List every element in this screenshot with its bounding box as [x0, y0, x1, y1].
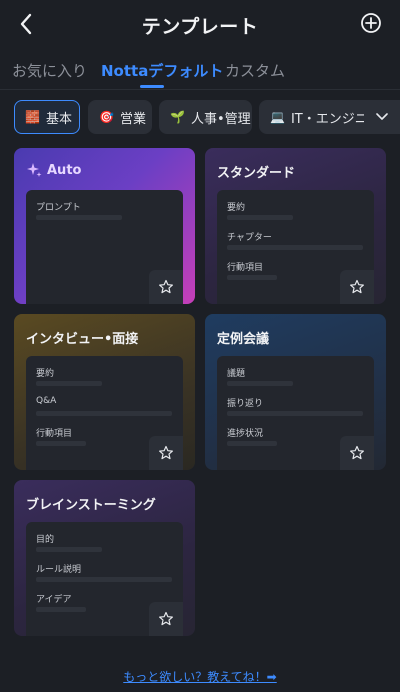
placeholder-bar: [36, 547, 102, 552]
category-chips: 🧱 基本 🎯 営業 🌱 人事•管理 💻 IT・エンジニア: [0, 100, 400, 136]
chip-label: 営業: [119, 111, 146, 127]
card-title: スタンダード: [217, 166, 296, 181]
template-card-brainstorming[interactable]: ブレインストーミング 目的 ルール説明 アイデア: [14, 480, 195, 636]
placeholder-bar: [36, 607, 86, 612]
chevron-down-icon: [376, 113, 388, 120]
placeholder-bar: [36, 215, 122, 220]
field-label: アイデア: [36, 595, 72, 605]
seedling-icon: 🌱: [170, 110, 185, 124]
placeholder-bar: [36, 381, 102, 386]
favorite-button[interactable]: [149, 602, 183, 636]
card-title-text: Auto: [47, 162, 82, 178]
card-preview: 要約 Q&A 行動項目: [26, 356, 183, 470]
plus-circle-icon: [361, 13, 381, 33]
tab-bar: お気に入り Nottaデフォルト カスタム: [0, 50, 400, 90]
star-icon: [159, 279, 173, 294]
card-preview: 要約 チャプター 行動項目: [217, 190, 374, 304]
card-preview: 議題 振り返り 進捗状況: [217, 356, 374, 470]
field-label: プロンプト: [36, 203, 81, 213]
laptop-icon: 💻: [270, 110, 285, 124]
chip-label: 人事•管理: [190, 111, 251, 127]
favorite-button[interactable]: [149, 270, 183, 304]
card-title: Auto: [26, 162, 81, 178]
favorite-button[interactable]: [340, 436, 374, 470]
field-label: 議題: [227, 369, 246, 379]
card-preview: 目的 ルール説明 アイデア: [26, 522, 183, 636]
field-label: 目的: [36, 535, 55, 545]
request-more-templates-link[interactable]: もっと欲しい？教えてね！➡: [0, 668, 400, 685]
tab-custom[interactable]: カスタム: [225, 60, 285, 81]
template-card-auto[interactable]: Auto プロンプト: [14, 148, 195, 304]
placeholder-bar: [227, 245, 363, 250]
template-card-interview[interactable]: インタビュー•面接 要約 Q&A 行動項目: [14, 314, 195, 470]
card-title: ブレインストーミング: [26, 498, 156, 513]
placeholder-bar: [227, 411, 363, 416]
field-label: ルール説明: [36, 565, 82, 575]
chip-label: 基本: [45, 111, 72, 127]
add-template-button[interactable]: [360, 12, 384, 36]
favorite-button[interactable]: [340, 270, 374, 304]
field-label: 進捗状況: [227, 429, 264, 439]
placeholder-bar: [36, 411, 172, 416]
placeholder-bar: [227, 275, 277, 280]
field-label: チャプター: [227, 233, 272, 243]
template-card-regular-meeting[interactable]: 定例会議 議題 振り返り 進捗状況: [205, 314, 386, 470]
tab-favorites[interactable]: お気に入り: [12, 60, 87, 81]
field-label: 要約: [36, 369, 55, 379]
star-icon: [350, 445, 364, 460]
star-icon: [159, 445, 173, 460]
card-preview: プロンプト: [26, 190, 183, 304]
field-label: 行動項目: [36, 429, 73, 439]
page-title: テンプレート: [141, 16, 259, 38]
placeholder-bar: [36, 577, 172, 582]
active-tab-indicator: [140, 85, 164, 88]
field-label: 要約: [227, 203, 246, 213]
target-icon: 🎯: [99, 110, 114, 124]
star-icon: [350, 279, 364, 294]
expand-categories-button[interactable]: [364, 100, 400, 134]
field-label: Q&A: [36, 396, 57, 406]
brick-icon: 🧱: [25, 110, 40, 124]
placeholder-bar: [227, 441, 277, 446]
chip-basic[interactable]: 🧱 基本: [14, 100, 80, 134]
field-label: 振り返り: [227, 399, 264, 409]
tab-notta-default[interactable]: Nottaデフォルト: [101, 60, 223, 81]
field-label: 行動項目: [227, 263, 264, 273]
placeholder-bar: [227, 381, 293, 386]
placeholder-bar: [227, 215, 293, 220]
favorite-button[interactable]: [149, 436, 183, 470]
chip-hr[interactable]: 🌱 人事•管理: [159, 100, 252, 134]
sparkle-icon: [27, 163, 42, 177]
card-title: インタビュー•面接: [26, 332, 139, 347]
template-card-standard[interactable]: スタンダード 要約 チャプター 行動項目: [205, 148, 386, 304]
card-title: 定例会議: [217, 332, 270, 347]
chip-sales[interactable]: 🎯 営業: [88, 100, 152, 134]
header: テンプレート: [0, 0, 400, 50]
star-icon: [159, 611, 173, 626]
placeholder-bar: [36, 441, 86, 446]
